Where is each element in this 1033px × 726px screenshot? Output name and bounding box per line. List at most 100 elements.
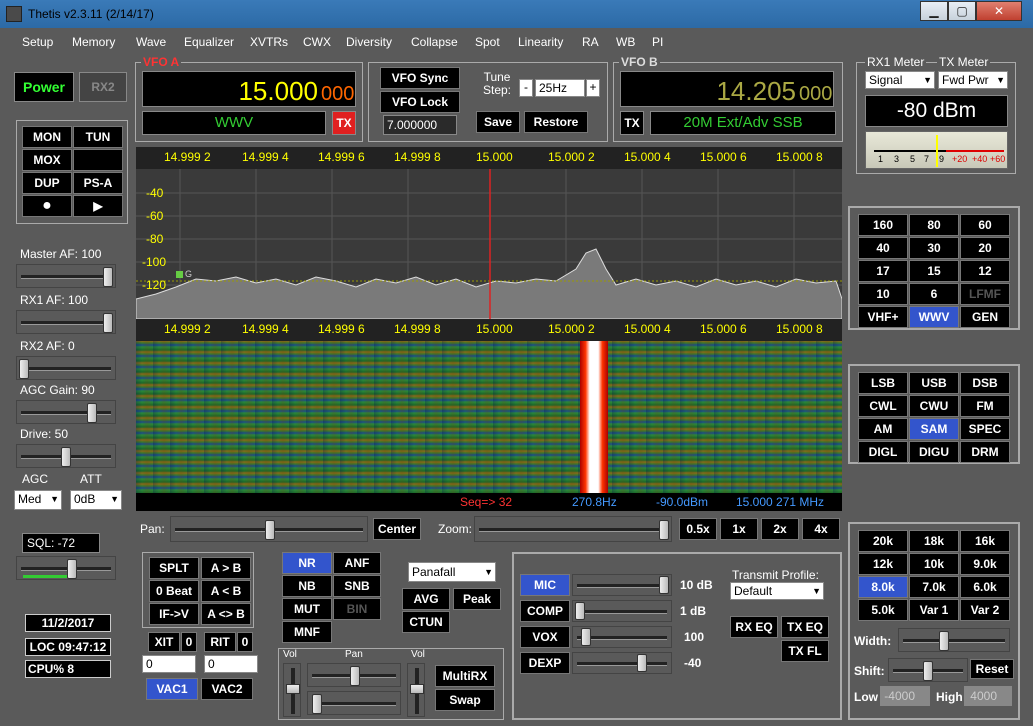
- band-12[interactable]: 12: [960, 260, 1010, 282]
- snb-button[interactable]: SNB: [333, 575, 381, 597]
- spectrum-plot[interactable]: G -40 -60 -80 -100 -120: [136, 169, 842, 319]
- zero-beat-button[interactable]: 0 Beat: [149, 580, 199, 602]
- shift-reset-button[interactable]: Reset: [970, 659, 1014, 679]
- menu-pi[interactable]: PI: [652, 35, 663, 49]
- center-button[interactable]: Center: [373, 518, 421, 540]
- rx1-meter-select[interactable]: Signal ▼: [865, 71, 935, 89]
- swap-ab-button[interactable]: A <> B: [201, 603, 251, 625]
- width-slider[interactable]: [898, 628, 1010, 652]
- agc-select[interactable]: Med ▼: [14, 490, 62, 510]
- record-icon[interactable]: ●: [22, 195, 72, 217]
- filter-var2[interactable]: Var 2: [960, 599, 1010, 621]
- dup-button[interactable]: DUP: [22, 172, 72, 194]
- pan-slider[interactable]: [170, 516, 368, 542]
- menu-diversity[interactable]: Diversity: [346, 35, 392, 49]
- rx1-vol-slider[interactable]: [283, 663, 301, 717]
- vfo-b-tx-button[interactable]: TX: [620, 111, 644, 135]
- vfo-b-display[interactable]: 14.205 000: [620, 71, 834, 107]
- xit-button[interactable]: XIT: [148, 632, 180, 652]
- band-160[interactable]: 160: [858, 214, 908, 236]
- if-to-v-button[interactable]: IF->V: [149, 603, 199, 625]
- tx-meter-select[interactable]: Fwd Pwr ▼: [938, 71, 1008, 89]
- nr-button[interactable]: NR: [282, 552, 332, 574]
- rx2-af-slider[interactable]: [16, 356, 116, 380]
- tx-eq-button[interactable]: TX EQ: [781, 616, 829, 638]
- filter-12k[interactable]: 12k: [858, 553, 908, 575]
- mode-am[interactable]: AM: [858, 418, 908, 440]
- menu-wb[interactable]: WB: [616, 35, 635, 49]
- vac1-button[interactable]: VAC1: [146, 678, 198, 700]
- low-input[interactable]: -4000: [880, 686, 930, 706]
- menu-wave[interactable]: Wave: [136, 35, 166, 49]
- menu-equalizer[interactable]: Equalizer: [184, 35, 234, 49]
- sql-slider[interactable]: [16, 556, 116, 580]
- psa-button[interactable]: PS-A: [73, 172, 123, 194]
- band-20[interactable]: 20: [960, 237, 1010, 259]
- avg-button[interactable]: AVG: [402, 588, 450, 610]
- menu-linearity[interactable]: Linearity: [518, 35, 563, 49]
- zoom-2x-button[interactable]: 2x: [761, 518, 799, 540]
- comp-slider[interactable]: [572, 600, 672, 622]
- band-60[interactable]: 60: [960, 214, 1010, 236]
- mode-dsb[interactable]: DSB: [960, 372, 1010, 394]
- vox-slider[interactable]: [572, 626, 672, 648]
- mode-lsb[interactable]: LSB: [858, 372, 908, 394]
- mute-button[interactable]: MUT: [282, 598, 332, 620]
- menu-xvtrs[interactable]: XVTRs: [250, 35, 288, 49]
- filter-6k[interactable]: 6.0k: [960, 576, 1010, 598]
- nb-button[interactable]: NB: [282, 575, 332, 597]
- ctun-button[interactable]: CTUN: [402, 611, 450, 633]
- display-mode-select[interactable]: Panafall ▼: [408, 562, 496, 582]
- menu-collapse[interactable]: Collapse: [411, 35, 458, 49]
- filter-8k[interactable]: 8.0k: [858, 576, 908, 598]
- multirx-button[interactable]: MultiRX: [435, 665, 495, 687]
- mic-slider[interactable]: [572, 574, 672, 596]
- mon-button[interactable]: MON: [22, 126, 72, 148]
- band-6[interactable]: 6: [909, 283, 959, 305]
- mnf-button[interactable]: MNF: [282, 621, 332, 643]
- filter-16k[interactable]: 16k: [960, 530, 1010, 552]
- zoom-0-5x-button[interactable]: 0.5x: [679, 518, 717, 540]
- mox-button[interactable]: MOX: [22, 149, 72, 171]
- agc-gain-slider[interactable]: [16, 400, 116, 424]
- mode-spec[interactable]: SPEC: [960, 418, 1010, 440]
- band-10[interactable]: 10: [858, 283, 908, 305]
- rx1-af-slider[interactable]: [16, 310, 116, 334]
- display-area[interactable]: 14.999 2 14.999 4 14.999 6 14.999 8 15.0…: [136, 147, 842, 511]
- peak-button[interactable]: Peak: [453, 588, 501, 610]
- tune-step-value[interactable]: 25Hz: [535, 79, 585, 97]
- tun-button[interactable]: TUN: [73, 126, 123, 148]
- close-button[interactable]: ✕: [976, 1, 1022, 21]
- zoom-4x-button[interactable]: 4x: [802, 518, 840, 540]
- band-vhf[interactable]: VHF+: [858, 306, 908, 328]
- mode-sam[interactable]: SAM: [909, 418, 959, 440]
- rx-eq-button[interactable]: RX EQ: [730, 616, 778, 638]
- bin-button[interactable]: BIN: [333, 598, 381, 620]
- filter-9k[interactable]: 9.0k: [960, 553, 1010, 575]
- dexp-slider[interactable]: [572, 652, 672, 674]
- band-17[interactable]: 17: [858, 260, 908, 282]
- band-40[interactable]: 40: [858, 237, 908, 259]
- rx2-pan-slider[interactable]: [307, 691, 401, 715]
- rit-zero-button[interactable]: 0: [237, 632, 253, 652]
- filter-5k[interactable]: 5.0k: [858, 599, 908, 621]
- anf-button[interactable]: ANF: [333, 552, 381, 574]
- shift-slider[interactable]: [888, 658, 968, 682]
- maximize-button[interactable]: ▢: [948, 1, 976, 21]
- band-gen[interactable]: GEN: [960, 306, 1010, 328]
- band-30[interactable]: 30: [909, 237, 959, 259]
- a-to-b-button[interactable]: A > B: [201, 557, 251, 579]
- split-button[interactable]: SPLT: [149, 557, 199, 579]
- comp-button[interactable]: COMP: [520, 600, 570, 622]
- vfo-a-display[interactable]: 15.000 000: [142, 71, 356, 107]
- high-input[interactable]: 4000: [964, 686, 1012, 706]
- vfo-freq-input[interactable]: 7.000000: [383, 115, 457, 135]
- minimize-button[interactable]: ▁: [920, 1, 948, 21]
- master-af-slider[interactable]: [16, 264, 116, 288]
- mode-digu[interactable]: DIGU: [909, 441, 959, 463]
- restore-button[interactable]: Restore: [524, 111, 588, 133]
- filter-20k[interactable]: 20k: [858, 530, 908, 552]
- play-icon[interactable]: ▶: [73, 195, 123, 217]
- vac2-button[interactable]: VAC2: [201, 678, 253, 700]
- vfo-sync-button[interactable]: VFO Sync: [380, 67, 460, 89]
